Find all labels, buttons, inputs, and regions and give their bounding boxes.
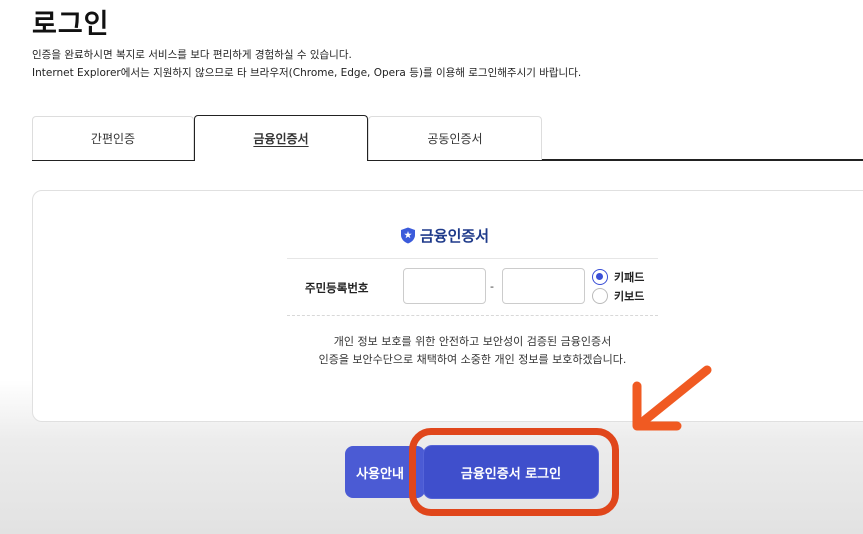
rrn-separator: - xyxy=(490,280,494,293)
keypad-label: 키패드 xyxy=(614,271,645,284)
tab-joint-cert[interactable]: 공동인증서 xyxy=(368,116,542,160)
keyboard-radio[interactable] xyxy=(592,288,608,304)
tab-label: 금융인증서 xyxy=(253,132,309,146)
panel-title-text: 금융인증서 xyxy=(420,227,490,245)
rrn-label: 주민등록번호 xyxy=(305,281,369,295)
rrn-second-input[interactable] xyxy=(502,268,585,304)
description-text-2: 인증을 보안수단으로 채택하여 소중한 개인 정보를 보호하겠습니다. xyxy=(318,353,627,366)
arrow-annotation-icon xyxy=(632,365,712,431)
browser-notice-text: Internet Explorer에서는 지원하지 않으므로 타 브라우저(Ch… xyxy=(32,67,582,79)
notice-text: 인증을 완료하시면 복지로 서비스를 보다 편리하게 경험하실 수 있습니다. xyxy=(32,49,352,61)
tab-financial-cert[interactable]: 금융인증서 xyxy=(194,115,368,161)
rrn-first-input[interactable] xyxy=(403,268,486,304)
description-text: 개인 정보 보호를 위한 안전하고 보안성이 검증된 금융인증서 xyxy=(333,335,612,348)
tab-simple-auth[interactable]: 간편인증 xyxy=(32,116,194,160)
divider xyxy=(287,258,658,259)
keypad-radio[interactable] xyxy=(592,269,608,285)
page-title: 로그인 xyxy=(32,9,110,40)
panel-title: 금융인증서 xyxy=(400,225,489,246)
tab-label: 공동인증서 xyxy=(427,132,483,146)
tab-label: 간편인증 xyxy=(90,132,136,146)
keyboard-label: 키보드 xyxy=(614,290,645,303)
shield-icon xyxy=(401,227,415,244)
highlight-box xyxy=(409,428,619,516)
keypad-option[interactable]: 키패드 xyxy=(592,269,644,285)
keyboard-option[interactable]: 키보드 xyxy=(592,288,644,304)
divider-dashed xyxy=(287,315,658,316)
